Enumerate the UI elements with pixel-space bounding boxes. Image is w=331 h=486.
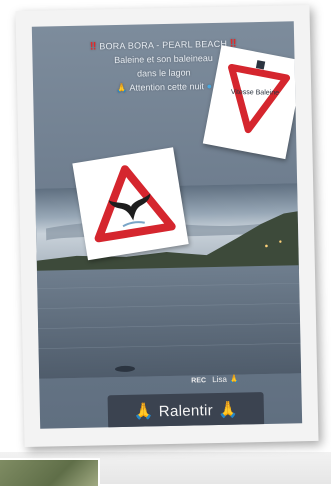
whale-tail-warning-sign — [94, 165, 176, 243]
caption-title: BORA BORA - PEARL BEACH — [99, 38, 228, 52]
prayer-hands-icon: 🙏 — [116, 82, 128, 94]
globe-emoji-icon: ● — [206, 81, 213, 92]
speed-warning-sign: Vitesse Baleine — [228, 60, 291, 134]
caption-line-4: Attention cette nuit — [129, 81, 205, 93]
prayer-hands-icon: 🙏 — [217, 401, 239, 419]
double-exclamation-icon: ‼ — [89, 40, 97, 53]
ralentir-banner: 🙏 Ralentir 🙏 — [107, 392, 265, 429]
prayer-hands-icon: 🙏 — [229, 374, 240, 384]
polaroid-card: ‼ BORA BORA - PEARL BEACH ‼ Baleine et s… — [15, 4, 319, 448]
story-screenshot: ‼ BORA BORA - PEARL BEACH ‼ Baleine et s… — [31, 21, 303, 429]
background-photo-thumbnail — [0, 458, 100, 486]
speed-sign-text: Vitesse Baleine — [231, 89, 279, 97]
prayer-hands-icon: 🙏 — [133, 403, 155, 421]
whale-warning-sticker — [72, 147, 189, 261]
rec-text: REC — [191, 377, 207, 385]
ralentir-text: Ralentir — [158, 401, 214, 420]
rec-name: Lisa — [212, 374, 228, 385]
speed-warning-sticker: Vitesse Baleine — [202, 45, 303, 160]
recording-label: REC Lisa 🙏 — [191, 375, 239, 385]
